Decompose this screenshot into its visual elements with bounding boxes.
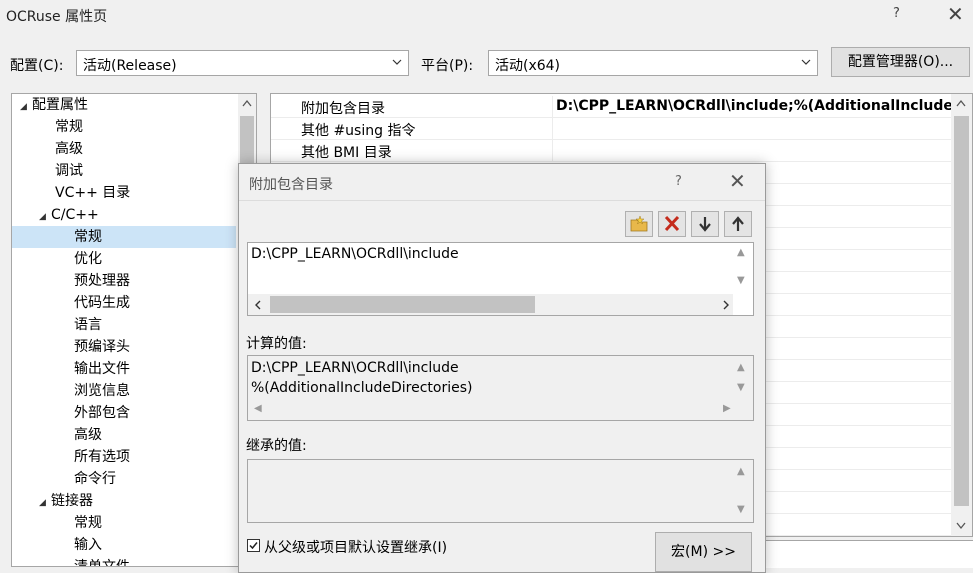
- scroll-up-icon[interactable]: [242, 99, 252, 107]
- move-down-button[interactable]: [691, 211, 719, 237]
- inherited-label: 继承的值:: [246, 438, 307, 454]
- dialog-help-button[interactable]: ?: [675, 174, 682, 189]
- close-button[interactable]: ✕: [947, 2, 964, 26]
- chevron-down-icon: [801, 59, 811, 65]
- scroll-up-icon[interactable]: ▲: [737, 362, 745, 373]
- tree-item-linker-general[interactable]: 常规: [74, 512, 102, 534]
- grid-scroll-thumb[interactable]: [954, 116, 969, 506]
- platform-label: 平台(P):: [421, 58, 474, 74]
- description-pane: [766, 540, 973, 568]
- expanded-triangle-icon: ◢: [39, 498, 46, 508]
- column-divider: [552, 140, 553, 162]
- chevron-down-icon: [392, 59, 402, 65]
- grid-row[interactable]: 附加包含目录 D:\CPP_LEARN\OCRdll\include;%(Add…: [271, 96, 972, 118]
- title-bar: OCRuse 属性页 ? ✕: [0, 0, 973, 32]
- computed-label: 计算的值:: [246, 336, 307, 352]
- tree-item-all-options[interactable]: 所有选项: [74, 446, 130, 468]
- inherited-values-box: ▲ ▼: [247, 459, 754, 523]
- entries-list[interactable]: D:\CPP_LEARN\OCRdll\include ▲ ▼: [247, 242, 754, 316]
- arrow-up-icon: [732, 216, 744, 231]
- grid-scrollbar[interactable]: [951, 94, 972, 536]
- platform-combo[interactable]: 活动(x64): [488, 50, 818, 76]
- include-dirs-dialog: 附加包含目录 ? ✕ D:\CPP_LEARN\OCRdll\include ▲…: [238, 163, 766, 573]
- tree-item-vc-directories[interactable]: VC++ 目录: [55, 182, 130, 204]
- grid-row[interactable]: 其他 #using 指令: [271, 118, 951, 140]
- tree-item-general[interactable]: 常规: [55, 116, 83, 138]
- tree-item-precompiled-headers[interactable]: 预编译头: [74, 336, 130, 358]
- column-divider: [552, 96, 553, 118]
- grid-row-value: D:\CPP_LEARN\OCRdll\include;%(Additional…: [556, 98, 972, 114]
- tree-item-debugging[interactable]: 调试: [55, 160, 83, 182]
- column-divider: [552, 118, 553, 140]
- entries-h-scrollbar[interactable]: [248, 294, 733, 315]
- scroll-right-icon[interactable]: ▶: [723, 403, 731, 414]
- tree-item-preprocessor[interactable]: 预处理器: [74, 270, 130, 292]
- tree-item-cpp[interactable]: ◢ C/C++: [39, 204, 99, 226]
- scroll-down-icon[interactable]: [956, 522, 966, 530]
- arrow-down-icon: [699, 217, 711, 232]
- expanded-triangle-icon: ◢: [39, 212, 46, 222]
- scroll-down-icon[interactable]: ▼: [737, 382, 745, 393]
- expanded-triangle-icon: ◢: [20, 102, 27, 112]
- platform-combo-value: 活动(x64): [495, 58, 561, 74]
- delete-line-button[interactable]: [658, 211, 686, 237]
- scroll-left-icon[interactable]: ◀: [254, 403, 262, 414]
- scroll-down-icon[interactable]: ▼: [737, 275, 745, 286]
- tree-item-optimization[interactable]: 优化: [74, 248, 102, 270]
- tree-item-linker-input[interactable]: 输入: [74, 534, 102, 556]
- config-label: 配置(C):: [10, 58, 64, 74]
- move-up-button[interactable]: [724, 211, 752, 237]
- inherit-checkbox[interactable]: [247, 539, 260, 552]
- tree-item-language[interactable]: 语言: [74, 314, 102, 336]
- tree-item-browse-info[interactable]: 浏览信息: [74, 380, 130, 402]
- window-title: OCRuse 属性页: [6, 9, 108, 25]
- tree-item-manifest-file[interactable]: 清单文件: [74, 556, 130, 566]
- divider: [239, 200, 765, 201]
- delete-icon: [664, 215, 680, 232]
- grid-row-name: 附加包含目录: [301, 101, 385, 117]
- scroll-down-icon[interactable]: ▼: [737, 504, 745, 515]
- tree-item-config-properties[interactable]: ◢ 配置属性: [20, 94, 88, 116]
- tree-item-command-line[interactable]: 命令行: [74, 468, 116, 490]
- macro-button[interactable]: 宏(M) >>: [655, 532, 752, 572]
- config-combo-value: 活动(Release): [83, 58, 177, 74]
- computed-values-box: D:\CPP_LEARN\OCRdll\include %(Additional…: [247, 355, 754, 421]
- scroll-up-icon[interactable]: ▲: [737, 247, 745, 258]
- tree-item-cpp-general[interactable]: 常规: [12, 226, 236, 248]
- tree-item-advanced[interactable]: 高级: [55, 138, 83, 160]
- property-tree: ◢ 配置属性 常规 高级 调试 VC++ 目录 ◢ C/C++ 常规 优化 预处理器…: [11, 93, 257, 567]
- tree-item-output-files[interactable]: 输出文件: [74, 358, 130, 380]
- inherit-checkbox-label[interactable]: 从父级或项目默认设置继承(I): [264, 537, 447, 557]
- scroll-right-icon[interactable]: [722, 300, 730, 310]
- computed-line: D:\CPP_LEARN\OCRdll\include: [251, 360, 459, 376]
- dialog-close-button[interactable]: ✕: [729, 169, 746, 193]
- grid-row-name: 其他 #using 指令: [301, 123, 416, 139]
- entry-line[interactable]: D:\CPP_LEARN\OCRdll\include: [251, 246, 459, 262]
- grid-row[interactable]: 其他 BMI 目录: [271, 140, 951, 162]
- tree-item-linker[interactable]: ◢ 链接器: [39, 490, 93, 512]
- new-folder-icon: [630, 215, 648, 232]
- checkmark-icon: [249, 542, 258, 550]
- entries-h-scroll-thumb[interactable]: [270, 296, 535, 313]
- tree-item-external-includes[interactable]: 外部包含: [74, 402, 130, 424]
- dialog-title: 附加包含目录: [249, 177, 333, 193]
- tree-item-cpp-advanced[interactable]: 高级: [74, 424, 102, 446]
- scroll-up-icon[interactable]: [956, 99, 966, 107]
- computed-line: %(AdditionalIncludeDirectories): [251, 380, 473, 396]
- scroll-up-icon[interactable]: ▲: [737, 466, 745, 477]
- config-manager-button[interactable]: 配置管理器(O)...: [831, 47, 970, 77]
- grid-row-name: 其他 BMI 目录: [301, 145, 392, 161]
- config-combo[interactable]: 活动(Release): [76, 50, 409, 76]
- help-button[interactable]: ?: [893, 6, 900, 21]
- tree-item-code-generation[interactable]: 代码生成: [74, 292, 130, 314]
- new-line-button[interactable]: [625, 211, 653, 237]
- scroll-left-icon[interactable]: [254, 300, 262, 310]
